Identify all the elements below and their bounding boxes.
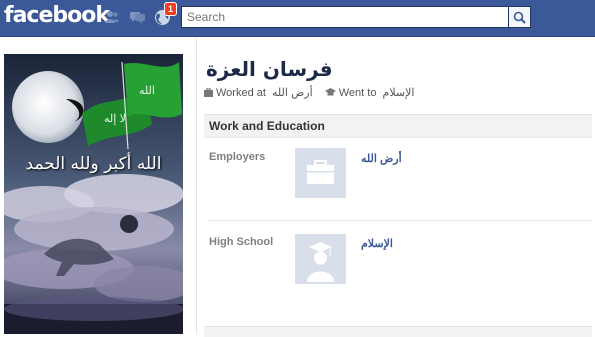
- high-school-link[interactable]: الإسلام: [361, 237, 393, 250]
- worked-at-label: Worked at: [216, 87, 266, 99]
- row-divider: [209, 220, 592, 221]
- svg-text:الله: الله: [139, 84, 155, 97]
- graduation-icon: [324, 88, 336, 100]
- search-box[interactable]: [181, 6, 512, 28]
- high-school-label: High School: [209, 236, 274, 248]
- school-thumbnail[interactable]: [295, 234, 346, 284]
- friends-icon[interactable]: [104, 9, 120, 25]
- section-header-work-education: Work and Education: [204, 114, 592, 138]
- profile-summary: Worked at أرض الله Went to الإسلام: [204, 86, 414, 100]
- main-content: فرسان العزة Worked at أرض الله Went to ا…: [196, 37, 595, 337]
- employer-thumbnail[interactable]: [295, 148, 346, 198]
- profile-picture-image: لا إله الله: [4, 54, 183, 334]
- worked-at-value[interactable]: أرض الله: [272, 87, 313, 99]
- graduation-icon: [307, 242, 334, 282]
- notification-badge[interactable]: 1: [164, 2, 178, 16]
- went-to-value[interactable]: الإسلام: [383, 87, 415, 99]
- top-bar: facebook 1: [0, 0, 595, 37]
- messages-icon[interactable]: [129, 9, 145, 25]
- profile-picture-caption: الله أكبر ولله الحمد: [25, 154, 162, 174]
- left-column: لا إله الله الله أكبر ولله الحمد: [0, 37, 196, 334]
- search-input[interactable]: [182, 7, 512, 27]
- search-button[interactable]: [509, 6, 531, 28]
- briefcase-icon: [307, 160, 334, 184]
- facebook-logo[interactable]: facebook: [4, 3, 110, 28]
- next-section-header: [204, 326, 592, 337]
- search-icon: [513, 11, 526, 24]
- briefcase-icon: [204, 87, 213, 100]
- svg-text:لا إله: لا إله: [104, 112, 126, 125]
- went-to-label: Went to: [338, 87, 377, 99]
- employers-label: Employers: [209, 151, 266, 163]
- profile-name[interactable]: فرسان العزة: [206, 57, 333, 81]
- section-title: Work and Education: [209, 119, 325, 133]
- profile-picture[interactable]: لا إله الله الله أكبر ولله الحمد: [4, 54, 183, 334]
- employer-link[interactable]: أرض الله: [361, 152, 402, 165]
